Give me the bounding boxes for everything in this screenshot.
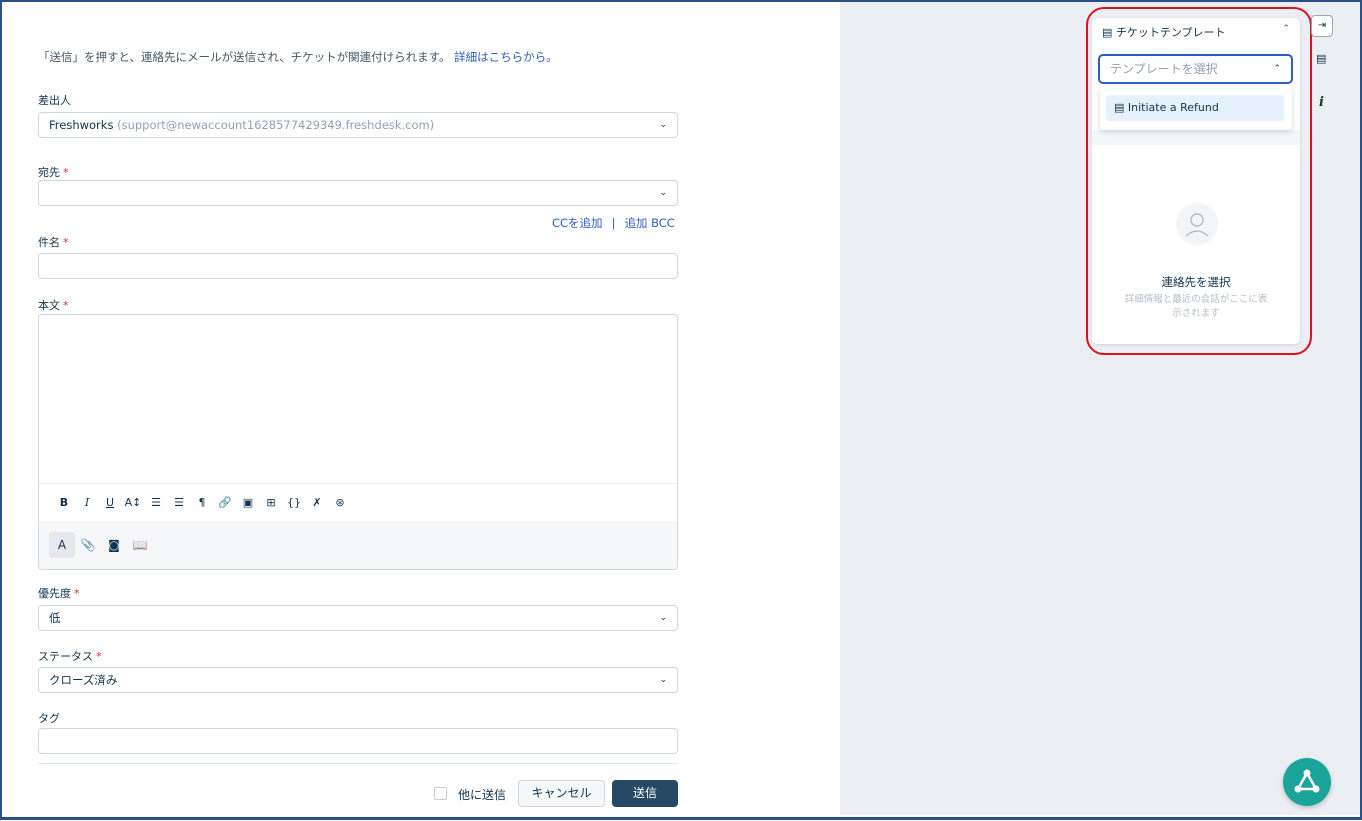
chevron-down-icon: ⌄ [659, 675, 667, 685]
tags-input[interactable] [38, 728, 678, 754]
table-icon[interactable]: ⊞ [260, 496, 282, 509]
status-label: ステータス * [38, 648, 102, 664]
highlight-annotation [1086, 7, 1312, 355]
image-icon[interactable]: ▣ [237, 496, 259, 509]
from-email: (support@newaccount1628577429349.freshde… [117, 118, 435, 132]
send-to-others-checkbox[interactable] [434, 787, 447, 800]
required-mark: * [63, 236, 69, 249]
from-select[interactable]: Freshworks (support@newaccount1628577429… [38, 112, 678, 138]
info-icon[interactable]: i [1319, 95, 1324, 110]
canned-response-icon[interactable]: 📖 [127, 532, 153, 558]
code-icon[interactable]: {} [283, 496, 305, 509]
chevron-down-icon: ⌄ [659, 120, 667, 130]
clear-format-icon[interactable]: ✗ [306, 496, 328, 509]
ordered-list-icon[interactable]: ☰ [145, 496, 167, 509]
body-label-text: 本文 [38, 299, 60, 312]
tags-label: タグ [38, 712, 60, 725]
subject-label-text: 件名 [38, 236, 60, 249]
add-bcc-link[interactable]: 追加 BCC [624, 216, 674, 230]
status-label-text: ステータス [38, 650, 93, 663]
unordered-list-icon[interactable]: ☰ [168, 496, 190, 509]
send-to-others-label: 他に送信 [458, 788, 507, 802]
required-mark: * [63, 166, 69, 179]
from-label: 差出人 [38, 94, 71, 107]
text-style-icon[interactable]: A [49, 532, 75, 558]
to-select[interactable]: ⌄ [38, 180, 678, 206]
required-mark: * [63, 299, 69, 312]
required-mark: * [96, 650, 102, 663]
required-mark: * [74, 587, 80, 600]
status-select[interactable]: クローズ済み ⌄ [38, 667, 678, 693]
body-label: 本文 * [38, 297, 69, 313]
send-button[interactable]: 送信 [612, 780, 678, 807]
info-message: 「送信」を押すと、連絡先にメールが送信され、チケットが関連付けられます。 [38, 50, 451, 64]
template-sidebar-icon[interactable]: ▤ [1316, 52, 1326, 65]
bold-button[interactable]: B [53, 496, 75, 509]
italic-button[interactable]: I [76, 496, 98, 509]
info-text: 「送信」を押すと、連絡先にメールが送信され、チケットが関連付けられます。 詳細は… [38, 49, 558, 65]
collapse-panel-icon[interactable]: ⇥ [1311, 15, 1333, 37]
body-editor[interactable]: B I U A↕ ☰ ☰ ¶ 🔗 ▣ ⊞ {} ✗ ⊛ A 📎 ◙ 📖 [38, 314, 678, 570]
chevron-down-icon: ⌄ [659, 613, 667, 623]
freddy-assistant-button[interactable] [1283, 758, 1331, 806]
details-link[interactable]: 詳細はこちらから。 [454, 50, 558, 64]
cc-bcc-links: CCを追加 | 追加 BCC [552, 215, 675, 231]
to-label: 宛先 * [38, 164, 69, 180]
to-label-text: 宛先 [38, 166, 60, 179]
paragraph-icon[interactable]: ¶ [191, 496, 213, 509]
cc-separator: | [611, 216, 616, 230]
footer-divider [38, 763, 678, 764]
priority-label-text: 優先度 [38, 587, 71, 600]
status-value: クローズ済み [49, 673, 118, 687]
underline-button[interactable]: U [99, 496, 121, 509]
more-tools-icon[interactable]: ⊛ [329, 496, 351, 509]
priority-label: 優先度 * [38, 585, 80, 601]
screenshot-icon[interactable]: ◙ [101, 532, 127, 558]
priority-select[interactable]: 低 ⌄ [38, 605, 678, 631]
subject-label: 件名 * [38, 234, 69, 250]
from-name: Freshworks [49, 118, 114, 132]
font-size-icon[interactable]: A↕ [122, 496, 144, 509]
attach-icon[interactable]: 📎 [75, 532, 101, 558]
link-icon[interactable]: 🔗 [214, 496, 236, 509]
cancel-button[interactable]: キャンセル [518, 780, 605, 807]
chevron-down-icon: ⌄ [659, 188, 667, 198]
editor-toolbar: B I U A↕ ☰ ☰ ¶ 🔗 ▣ ⊞ {} ✗ ⊛ [39, 483, 677, 521]
priority-value: 低 [49, 611, 61, 625]
editor-actions-bar: A 📎 ◙ 📖 [39, 521, 677, 569]
subject-input[interactable] [38, 253, 678, 279]
add-cc-link[interactable]: CCを追加 [552, 216, 603, 230]
